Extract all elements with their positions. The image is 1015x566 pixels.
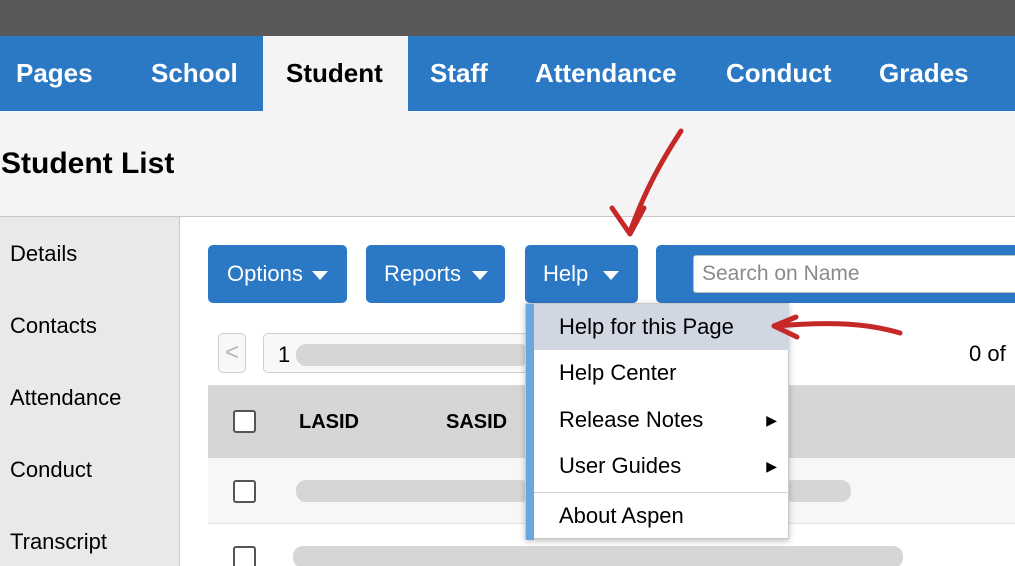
nav-tab-student[interactable]: Student	[263, 36, 408, 111]
top-bar	[0, 0, 1015, 36]
page-header: Student List	[0, 111, 1015, 217]
nav-tab-staff[interactable]: Staff	[430, 36, 488, 111]
options-button-label: Options	[227, 261, 303, 286]
side-nav: Details Contacts Attendance Conduct Tran…	[0, 217, 180, 566]
page-number: 1	[278, 342, 291, 367]
nav-tab-pages[interactable]: Pages	[16, 36, 93, 111]
menu-item-label: User Guides	[559, 453, 682, 478]
help-button-label: Help	[543, 261, 589, 286]
menu-item-label: About Aspen	[559, 503, 684, 528]
redacted-area	[296, 344, 530, 366]
search-bar	[656, 245, 1015, 303]
menu-item-help-center[interactable]: Help Center	[534, 350, 789, 396]
nav-tab-attendance[interactable]: Attendance	[535, 36, 677, 111]
side-item-details[interactable]: Details	[10, 241, 77, 267]
side-item-attendance[interactable]: Attendance	[10, 385, 121, 411]
nav-tab-conduct[interactable]: Conduct	[726, 36, 831, 111]
options-button[interactable]: Options	[208, 245, 347, 303]
redacted-area	[783, 480, 851, 502]
select-all-checkbox[interactable]	[233, 410, 256, 433]
row-checkbox[interactable]	[233, 480, 256, 503]
reports-button[interactable]: Reports	[366, 245, 505, 303]
chevron-down-icon	[312, 271, 328, 280]
row-checkbox[interactable]	[233, 546, 256, 566]
side-item-conduct[interactable]: Conduct	[10, 457, 92, 483]
side-item-contacts[interactable]: Contacts	[10, 313, 97, 339]
help-button[interactable]: Help	[525, 245, 638, 303]
reports-button-label: Reports	[384, 261, 462, 286]
nav-tab-school[interactable]: School	[151, 36, 238, 111]
column-header-sasid[interactable]: SASID	[446, 411, 507, 434]
chevron-down-icon	[472, 271, 488, 280]
nav-tab-grades[interactable]: Grades	[879, 36, 969, 111]
menu-accent-bar	[526, 304, 534, 540]
submenu-arrow-icon: ▶	[766, 412, 777, 428]
menu-item-label: Help Center	[559, 360, 677, 385]
menu-item-help-for-this-page[interactable]: Help for this Page	[534, 304, 789, 350]
menu-item-user-guides[interactable]: User Guides ▶	[534, 443, 789, 489]
chevron-down-icon	[603, 271, 619, 280]
search-input[interactable]	[693, 255, 1015, 293]
page-selector[interactable]: 1	[263, 333, 535, 373]
menu-item-label: Help for this Page	[559, 314, 734, 339]
side-item-transcript[interactable]: Transcript	[10, 529, 107, 555]
page-title: Student List	[1, 147, 175, 180]
record-count: 0 of	[969, 341, 1006, 366]
menu-item-release-notes[interactable]: Release Notes ▶	[534, 397, 789, 443]
menu-item-label: Release Notes	[559, 407, 704, 432]
menu-item-about-aspen[interactable]: About Aspen	[534, 493, 789, 539]
redacted-area	[293, 546, 903, 566]
main-nav: Pages School Student Staff Attendance Co…	[0, 36, 1015, 111]
column-header-lasid[interactable]: LASID	[299, 411, 359, 434]
previous-page-button[interactable]: <	[218, 333, 246, 373]
redacted-area	[296, 480, 531, 502]
help-dropdown-menu: Help for this Page Help Center Release N…	[525, 303, 789, 540]
submenu-arrow-icon: ▶	[766, 458, 777, 474]
